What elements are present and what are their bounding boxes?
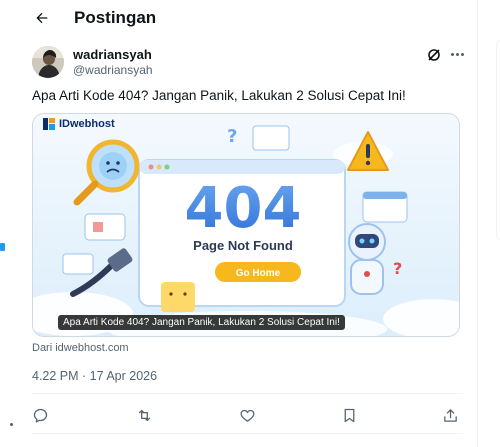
repost-button[interactable] (134, 405, 154, 425)
share-icon (443, 408, 457, 422)
bookmark-icon (344, 408, 354, 422)
reply-icon (33, 408, 47, 423)
svg-text:?: ? (393, 259, 402, 278)
card-headline: 404 (185, 176, 302, 241)
tweet-timestamp[interactable]: 4.22 PM · 17 Apr 2026 (32, 369, 157, 383)
nav-indicator (0, 243, 5, 251)
reply-button[interactable] (30, 405, 50, 425)
page-title: Postingan (74, 8, 157, 27)
like-button[interactable] (237, 405, 257, 425)
link-card[interactable]: 404 Page Not Found Go Home ? ? IDwebhost… (32, 113, 460, 337)
grok-icon (428, 49, 440, 61)
nav-dot (10, 423, 13, 426)
back-button[interactable] (30, 6, 54, 30)
card-caption: Apa Arti Kode 404? Jangan Panik, Lakukan… (58, 315, 345, 330)
idwebhost-logo-icon (43, 118, 55, 130)
repost-icon (138, 409, 150, 421)
card-domain[interactable]: Dari idwebhost.com (32, 342, 129, 354)
card-go-home: Go Home (236, 268, 281, 279)
svg-text:?: ? (227, 126, 237, 147)
card-brand-label: IDwebhost (59, 118, 115, 130)
card-brand: IDwebhost (43, 118, 115, 130)
more-horizontal-icon (450, 52, 454, 56)
divider (32, 393, 462, 394)
card-subtitle: Page Not Found (193, 238, 293, 253)
tweet-text: Apa Arti Kode 404? Jangan Panik, Lakukan… (32, 88, 406, 103)
share-button[interactable] (440, 405, 460, 425)
author-handle[interactable]: @wadriansyah (73, 63, 153, 77)
author-display-name[interactable]: wadriansyah (73, 47, 152, 62)
post-column: Postingan wadriansyah @wadriansyah Apa A… (16, 0, 478, 447)
arrow-left-icon (36, 12, 48, 24)
bookmark-button[interactable] (339, 405, 359, 425)
card-image: 404 Page Not Found Go Home ? ? (33, 114, 459, 336)
grok-button[interactable] (426, 47, 442, 63)
divider-bottom (32, 433, 462, 434)
like-icon (240, 409, 254, 422)
post-header: Postingan (16, 0, 478, 36)
left-nav-edge (0, 0, 14, 447)
more-options-button[interactable] (448, 46, 466, 62)
right-panel-edge (496, 40, 500, 240)
avatar[interactable] (32, 46, 64, 78)
